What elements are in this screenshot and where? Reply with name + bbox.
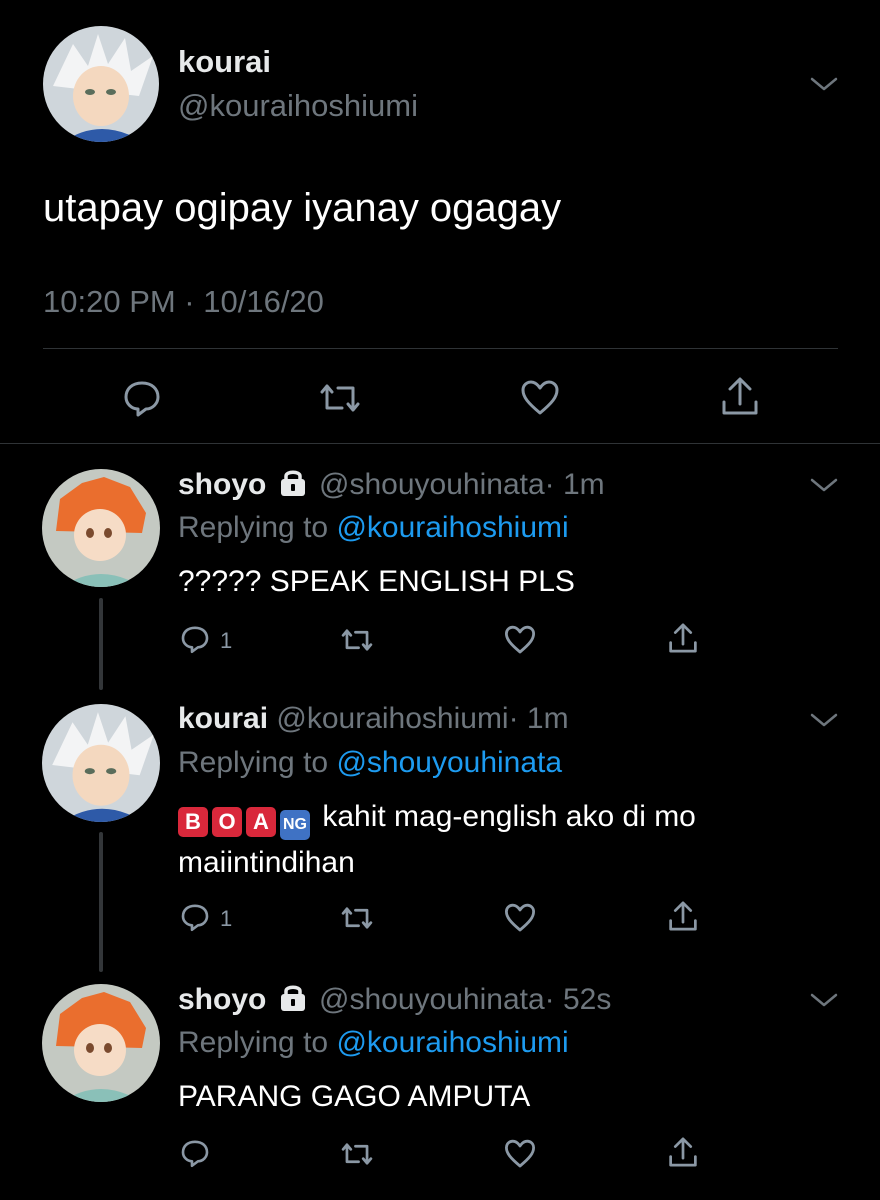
emoji-b: B — [178, 807, 208, 837]
avatar-shoyo[interactable] — [42, 469, 160, 587]
retweet-icon[interactable] — [340, 902, 374, 934]
emoji-o: O — [212, 807, 242, 837]
avatar-shoyo[interactable] — [42, 984, 160, 1102]
author-handle[interactable]: @kouraihoshiumi — [178, 88, 418, 124]
tweet-timestamp[interactable]: 10:20 PM · 10/16/20 — [43, 284, 324, 320]
author-handle[interactable]: @kouraihoshiumi — [276, 702, 508, 735]
reply-icon[interactable] — [180, 624, 210, 654]
replying-prefix: Replying to — [178, 746, 329, 779]
kourai-avatar-image — [42, 704, 160, 822]
shoyo-avatar-image — [42, 984, 160, 1102]
thread-line — [99, 832, 103, 972]
replying-to: Replying to @kouraihoshiumi — [178, 511, 569, 545]
divider — [0, 443, 880, 444]
emoji-ng: NG — [280, 810, 310, 840]
reply-count: 1 — [220, 906, 233, 931]
share-icon[interactable] — [666, 620, 700, 656]
retweet-icon[interactable] — [318, 378, 362, 418]
thread-line — [99, 598, 103, 690]
like-icon[interactable] — [504, 1138, 536, 1170]
chevron-down-icon[interactable] — [808, 710, 840, 730]
author-handle[interactable]: @shouyouhinata — [319, 983, 545, 1016]
reply-text: ????? SPEAK ENGLISH PLS — [178, 565, 575, 598]
emoji-a: A — [246, 807, 276, 837]
replying-to-handle[interactable]: @kouraihoshiumi — [336, 511, 568, 544]
author-name[interactable]: shoyo — [178, 468, 266, 501]
reply-header: kourai @kouraihoshiumi· 1m — [178, 702, 569, 736]
reply-count: 1 — [220, 628, 233, 653]
author-name[interactable]: shoyo — [178, 983, 266, 1016]
share-icon[interactable] — [666, 1134, 700, 1170]
retweet-icon[interactable] — [340, 624, 374, 656]
author-handle[interactable]: @shouyouhinata — [319, 468, 545, 501]
reply-icon[interactable] — [180, 1138, 210, 1168]
avatar-kourai[interactable] — [42, 704, 160, 822]
share-icon[interactable] — [666, 898, 700, 934]
kourai-avatar-image — [43, 26, 159, 142]
replying-to-handle[interactable]: @shouyouhinata — [336, 746, 562, 779]
reply-text: B O A NG kahit mag-english ako di mo — [178, 800, 696, 840]
lock-icon — [279, 467, 307, 497]
lock-icon — [279, 982, 307, 1012]
replying-to: Replying to @kouraihoshiumi — [178, 1026, 569, 1060]
like-icon[interactable] — [504, 902, 536, 934]
replying-to-handle[interactable]: @kouraihoshiumi — [336, 1026, 568, 1059]
reply-header: shoyo @shouyouhinata· 1m — [178, 467, 605, 502]
replying-prefix: Replying to — [178, 511, 329, 544]
tweet-text: utapay ogipay iyanay ogagay — [43, 186, 562, 230]
reply-text: PARANG GAGO AMPUTA — [178, 1080, 531, 1113]
share-icon[interactable] — [718, 374, 762, 418]
reply-text-line2: maiintindihan — [178, 846, 355, 879]
author-name[interactable]: kourai — [178, 44, 271, 80]
chevron-down-icon[interactable] — [808, 475, 840, 495]
retweet-icon[interactable] — [340, 1138, 374, 1170]
reply-icon[interactable] — [180, 902, 210, 932]
shoyo-avatar-image — [42, 469, 160, 587]
reply-text-line1: kahit mag-english ako di mo — [322, 800, 696, 833]
chevron-down-icon[interactable] — [808, 990, 840, 1010]
author-name[interactable]: kourai — [178, 702, 268, 735]
avatar-kourai[interactable] — [43, 26, 159, 142]
reply-time[interactable]: · 1m — [545, 468, 605, 501]
replying-to: Replying to @shouyouhinata — [178, 746, 562, 780]
reply-time[interactable]: · 1m — [509, 702, 569, 735]
like-icon[interactable] — [504, 624, 536, 656]
replying-prefix: Replying to — [178, 1026, 329, 1059]
reply-header: shoyo @shouyouhinata· 52s — [178, 982, 611, 1017]
reply-time[interactable]: · 52s — [545, 983, 612, 1016]
divider — [43, 348, 838, 349]
reply-icon[interactable] — [122, 378, 162, 418]
chevron-down-icon[interactable] — [808, 74, 840, 94]
like-icon[interactable] — [520, 378, 560, 418]
